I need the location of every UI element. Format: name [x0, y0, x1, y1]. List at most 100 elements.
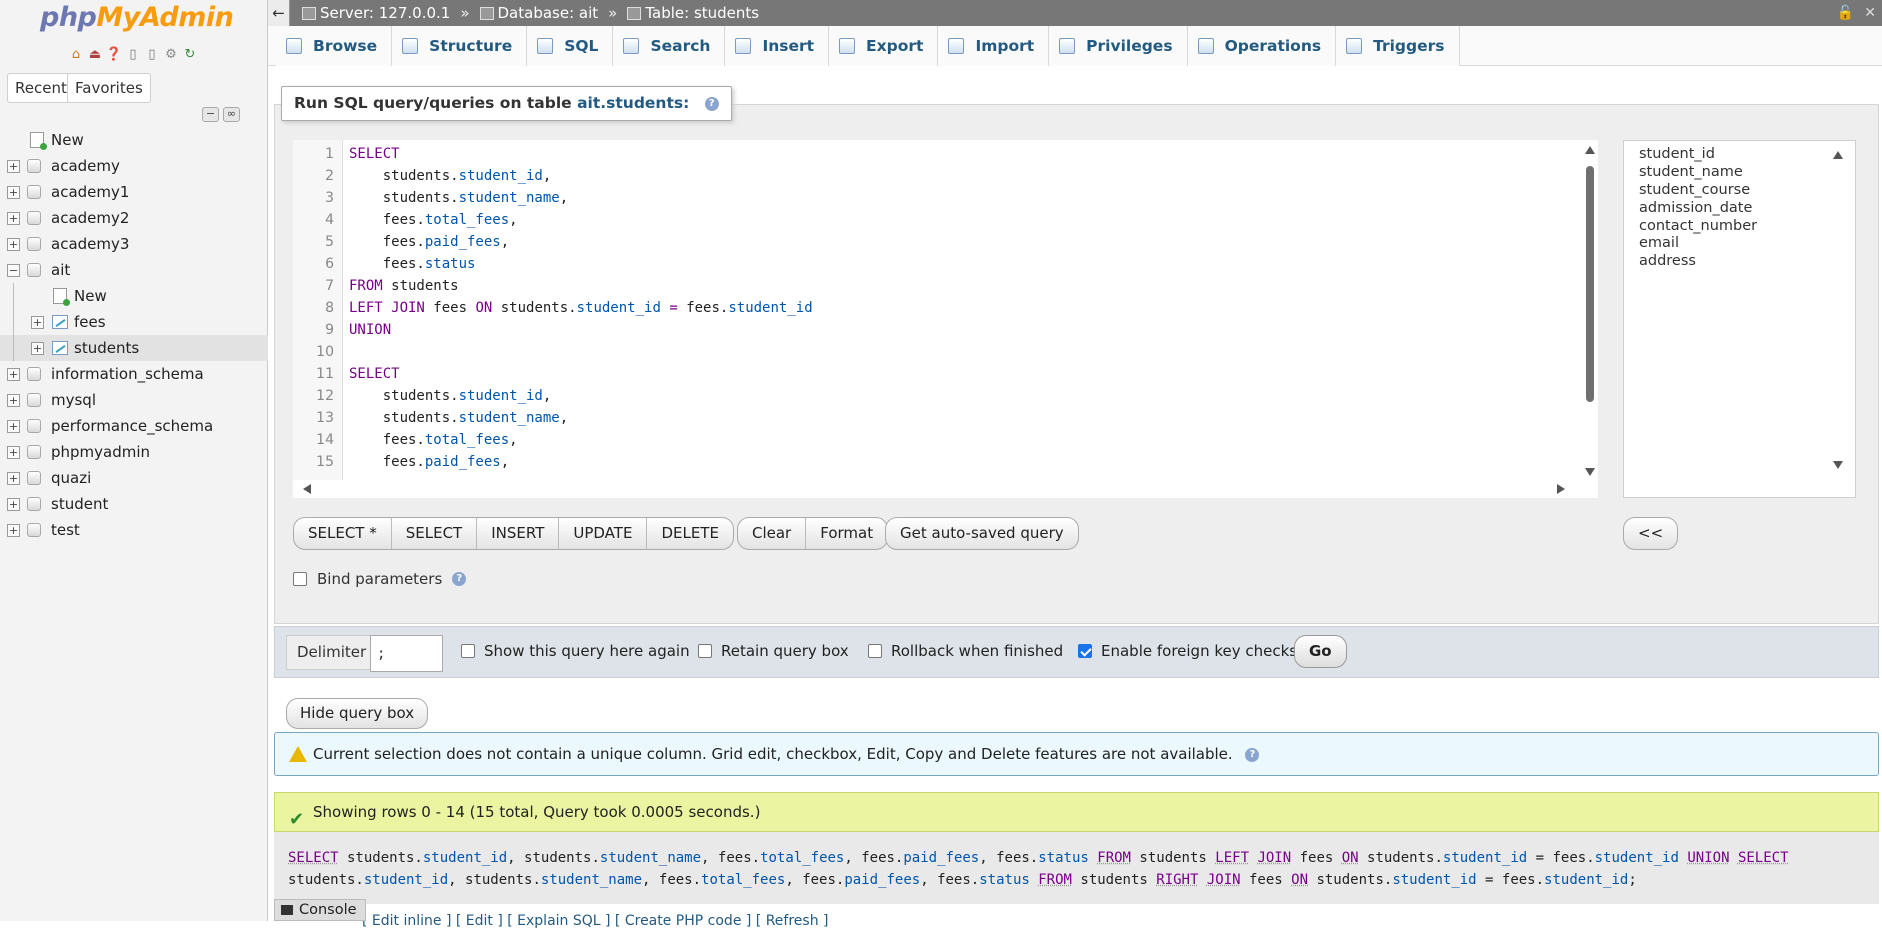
- tree-item-information-schema[interactable]: + information_schema: [0, 361, 268, 387]
- sql-editor[interactable]: 1 2 3 4 5 6 7 8 9 10 11 12 13 14 15 SELE…: [293, 140, 1598, 498]
- column-option[interactable]: student_name: [1639, 164, 1743, 180]
- expand-icon[interactable]: +: [7, 524, 20, 537]
- recent-tab[interactable]: Recent: [7, 73, 75, 103]
- scrollbar-thumb[interactable]: [1586, 166, 1594, 402]
- help-icon[interactable]: ❓: [106, 46, 122, 62]
- rollback-option[interactable]: Rollback when finished: [868, 642, 1063, 660]
- tab-import[interactable]: Import: [938, 26, 1049, 66]
- tree-item-new[interactable]: New: [0, 127, 268, 153]
- breadcrumb-database[interactable]: Database: ait: [480, 0, 599, 26]
- expand-icon[interactable]: +: [7, 368, 20, 381]
- tab-search[interactable]: Search: [613, 26, 725, 66]
- tree-item-phpmyadmin[interactable]: + phpmyadmin: [0, 439, 268, 465]
- column-option[interactable]: contact_number: [1639, 218, 1757, 234]
- columns-list[interactable]: student_id student_name student_course a…: [1623, 140, 1856, 498]
- home-icon[interactable]: ⌂: [68, 46, 84, 62]
- column-option[interactable]: student_id: [1639, 146, 1715, 162]
- expand-icon[interactable]: +: [7, 160, 20, 173]
- tree-item-ait[interactable]: − ait: [0, 257, 268, 283]
- delimiter-input[interactable]: [370, 635, 443, 672]
- help-icon[interactable]: ?: [1245, 748, 1259, 762]
- close-icon[interactable]: ✕: [1864, 0, 1876, 26]
- select-button[interactable]: SELECT: [392, 518, 477, 549]
- expand-icon[interactable]: +: [31, 316, 44, 329]
- tree-item-ait-new[interactable]: New: [0, 283, 268, 309]
- scroll-down-arrow-icon[interactable]: [1833, 461, 1843, 469]
- tab-sql[interactable]: SQL: [527, 26, 613, 66]
- insert-button[interactable]: INSERT: [477, 518, 559, 549]
- phpmyadmin-logo[interactable]: phpMyAdmin: [40, 2, 233, 33]
- help-icon[interactable]: ?: [452, 572, 466, 586]
- expand-icon[interactable]: +: [7, 446, 20, 459]
- update-button[interactable]: UPDATE: [559, 518, 647, 549]
- get-auto-saved-query-button[interactable]: Get auto-saved query: [885, 517, 1079, 550]
- tree-item-fees[interactable]: + fees: [0, 309, 268, 335]
- tree-item-academy[interactable]: + academy: [0, 153, 268, 179]
- tab-browse[interactable]: Browse: [276, 26, 392, 66]
- expand-icon[interactable]: +: [7, 472, 20, 485]
- tree-item-student[interactable]: + student: [0, 491, 268, 517]
- tab-operations[interactable]: Operations: [1188, 26, 1337, 66]
- retain-query-box-checkbox[interactable]: [698, 644, 712, 658]
- hide-query-box-button[interactable]: Hide query box: [286, 698, 428, 729]
- expand-icon[interactable]: +: [7, 212, 20, 225]
- expand-icon[interactable]: +: [7, 498, 20, 511]
- tab-triggers[interactable]: Triggers: [1336, 26, 1459, 66]
- tree-item-academy3[interactable]: + academy3: [0, 231, 268, 257]
- tree-item-academy2[interactable]: + academy2: [0, 205, 268, 231]
- tree-item-students[interactable]: + students: [0, 335, 268, 361]
- scroll-down-arrow-icon[interactable]: [1585, 468, 1595, 476]
- tab-insert[interactable]: Insert: [725, 26, 829, 66]
- editor-vertical-scrollbar[interactable]: [1582, 140, 1598, 480]
- column-option[interactable]: admission_date: [1639, 200, 1752, 216]
- column-option[interactable]: address: [1639, 253, 1696, 269]
- collapse-icon[interactable]: −: [7, 264, 20, 277]
- foreign-key-checks-option[interactable]: Enable foreign key checks: [1078, 642, 1297, 660]
- clear-button[interactable]: Clear: [738, 518, 806, 549]
- retain-query-box-option[interactable]: Retain query box: [698, 642, 849, 660]
- bind-parameters[interactable]: Bind parameters ?: [293, 570, 466, 588]
- expand-icon[interactable]: +: [7, 238, 20, 251]
- show-query-again-option[interactable]: Show this query here again: [461, 642, 690, 660]
- expand-icon[interactable]: +: [7, 186, 20, 199]
- query-result-links[interactable]: [ Edit inline ] [ Edit ] [ Explain SQL ]…: [362, 913, 829, 929]
- breadcrumb-server[interactable]: Server: 127.0.0.1: [302, 0, 450, 26]
- go-button[interactable]: Go: [1294, 635, 1347, 668]
- expand-icon[interactable]: +: [7, 420, 20, 433]
- logout-icon[interactable]: ⏏: [87, 46, 103, 62]
- delete-button[interactable]: DELETE: [647, 518, 733, 549]
- tab-structure[interactable]: Structure: [392, 26, 527, 66]
- insert-column-button[interactable]: <<: [1623, 517, 1678, 550]
- help-icon[interactable]: ?: [705, 97, 719, 111]
- reload-icon[interactable]: ↻: [182, 46, 198, 62]
- tab-privileges[interactable]: Privileges: [1049, 26, 1187, 66]
- column-option[interactable]: student_course: [1639, 182, 1750, 198]
- tree-item-academy1[interactable]: + academy1: [0, 179, 268, 205]
- settings-icon[interactable]: ⚙: [163, 46, 179, 62]
- tree-item-mysql[interactable]: + mysql: [0, 387, 268, 413]
- scroll-up-arrow-icon[interactable]: [1833, 151, 1843, 159]
- favorites-tab[interactable]: Favorites: [67, 73, 151, 103]
- format-button[interactable]: Format: [806, 518, 887, 549]
- sql-docs-icon[interactable]: ▯: [144, 46, 160, 62]
- tree-item-test[interactable]: + test: [0, 517, 268, 543]
- scroll-up-arrow-icon[interactable]: [1585, 146, 1595, 154]
- tree-item-performance-schema[interactable]: + performance_schema: [0, 413, 268, 439]
- documentation-icon[interactable]: ▯: [125, 46, 141, 62]
- show-query-again-checkbox[interactable]: [461, 644, 475, 658]
- scroll-right-arrow-icon[interactable]: [1557, 484, 1565, 494]
- back-arrow-icon[interactable]: ←: [268, 0, 290, 26]
- console-toggle[interactable]: Console: [274, 899, 366, 921]
- tree-item-quazi[interactable]: + quazi: [0, 465, 268, 491]
- rollback-checkbox[interactable]: [868, 644, 882, 658]
- collapse-all-icon[interactable]: −: [202, 107, 219, 122]
- scroll-left-arrow-icon[interactable]: [303, 484, 311, 494]
- lock-icon[interactable]: 🔓: [1837, 0, 1854, 26]
- tab-export[interactable]: Export: [829, 26, 938, 66]
- bind-parameters-checkbox[interactable]: [293, 572, 307, 586]
- column-option[interactable]: email: [1639, 235, 1679, 251]
- link-with-main-icon[interactable]: ∞: [223, 107, 240, 122]
- select-all-button[interactable]: SELECT *: [294, 518, 392, 549]
- breadcrumb-table[interactable]: Table: students: [627, 0, 759, 26]
- foreign-key-checks-checkbox[interactable]: [1078, 644, 1092, 658]
